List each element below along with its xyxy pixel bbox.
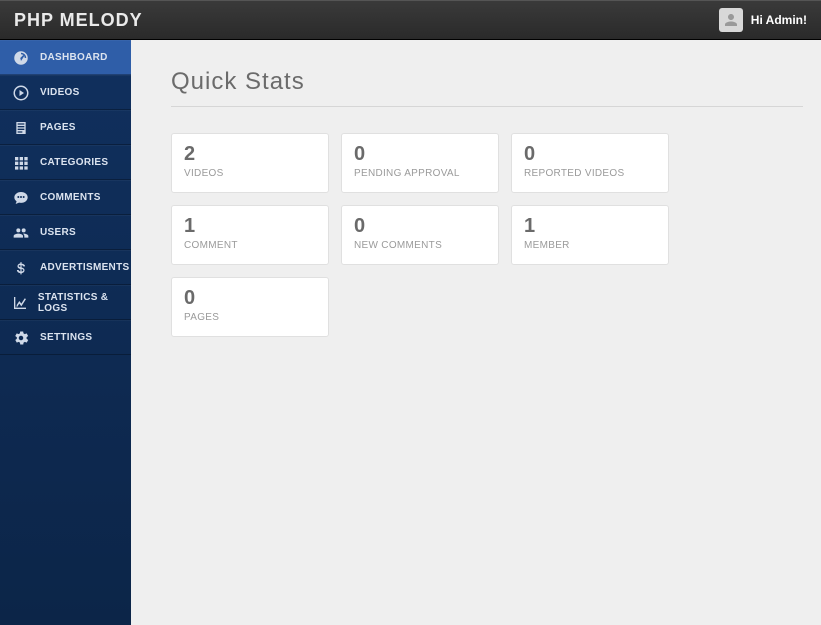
dashboard-icon [10,49,32,67]
title-divider [171,106,803,107]
stat-card-new-comments[interactable]: 0 NEW COMMENTS [341,205,499,265]
stat-label: VIDEOS [184,168,316,179]
sidebar-item-videos[interactable]: VIDEOS [0,75,131,110]
sidebar-item-label: DASHBOARD [40,52,108,63]
sidebar-item-label: STATISTICS & LOGS [38,292,131,314]
stat-label: PAGES [184,312,316,323]
stat-card-comment[interactable]: 1 COMMENT [171,205,329,265]
stat-label: NEW COMMENTS [354,240,486,251]
page-title: Quick Stats [171,68,803,96]
chart-icon [10,295,30,311]
sidebar-item-label: VIDEOS [40,87,80,98]
sidebar-item-label: SETTINGS [40,332,92,343]
stat-value: 0 [524,144,656,164]
gear-icon [10,329,32,347]
sidebar: DASHBOARD VIDEOS PAGES CATEGORIES COMMEN [0,40,131,625]
stat-label: REPORTED VIDEOS [524,168,656,179]
users-icon [10,225,32,241]
sidebar-item-settings[interactable]: SETTINGS [0,320,131,355]
stat-label: COMMENT [184,240,316,251]
user-greeting: Hi Admin! [751,13,807,27]
play-icon [10,84,32,102]
chat-icon [10,190,32,206]
app-logo: PHP MELODY [14,10,143,31]
grid-icon [10,155,32,171]
stat-card-pending-approval[interactable]: 0 PENDING APPROVAL [341,133,499,193]
sidebar-item-pages[interactable]: PAGES [0,110,131,145]
stat-card-reported-videos[interactable]: 0 REPORTED VIDEOS [511,133,669,193]
stat-value: 1 [184,216,316,236]
sidebar-item-label: PAGES [40,122,76,133]
dollar-icon [10,259,32,277]
stat-value: 0 [354,216,486,236]
stat-label: PENDING APPROVAL [354,168,486,179]
stats-grid: 2 VIDEOS 0 PENDING APPROVAL 0 REPORTED V… [171,133,803,337]
main-content: Quick Stats 2 VIDEOS 0 PENDING APPROVAL … [131,40,821,625]
sidebar-item-categories[interactable]: CATEGORIES [0,145,131,180]
document-icon [10,120,32,136]
stat-card-videos[interactable]: 2 VIDEOS [171,133,329,193]
stat-value: 0 [184,288,316,308]
sidebar-item-comments[interactable]: COMMENTS [0,180,131,215]
user-menu[interactable]: Hi Admin! [719,8,807,32]
stat-value: 0 [354,144,486,164]
sidebar-item-statistics[interactable]: STATISTICS & LOGS [0,285,131,320]
sidebar-item-label: CATEGORIES [40,157,108,168]
stat-card-pages[interactable]: 0 PAGES [171,277,329,337]
stat-value: 2 [184,144,316,164]
sidebar-item-users[interactable]: USERS [0,215,131,250]
sidebar-item-label: USERS [40,227,76,238]
sidebar-item-label: ADVERTISMENTS [40,262,129,273]
header-bar: PHP MELODY Hi Admin! [0,0,821,40]
sidebar-item-label: COMMENTS [40,192,101,203]
stat-label: MEMBER [524,240,656,251]
stat-value: 1 [524,216,656,236]
avatar-icon [719,8,743,32]
stat-card-member[interactable]: 1 MEMBER [511,205,669,265]
sidebar-item-advertisments[interactable]: ADVERTISMENTS [0,250,131,285]
sidebar-item-dashboard[interactable]: DASHBOARD [0,40,131,75]
